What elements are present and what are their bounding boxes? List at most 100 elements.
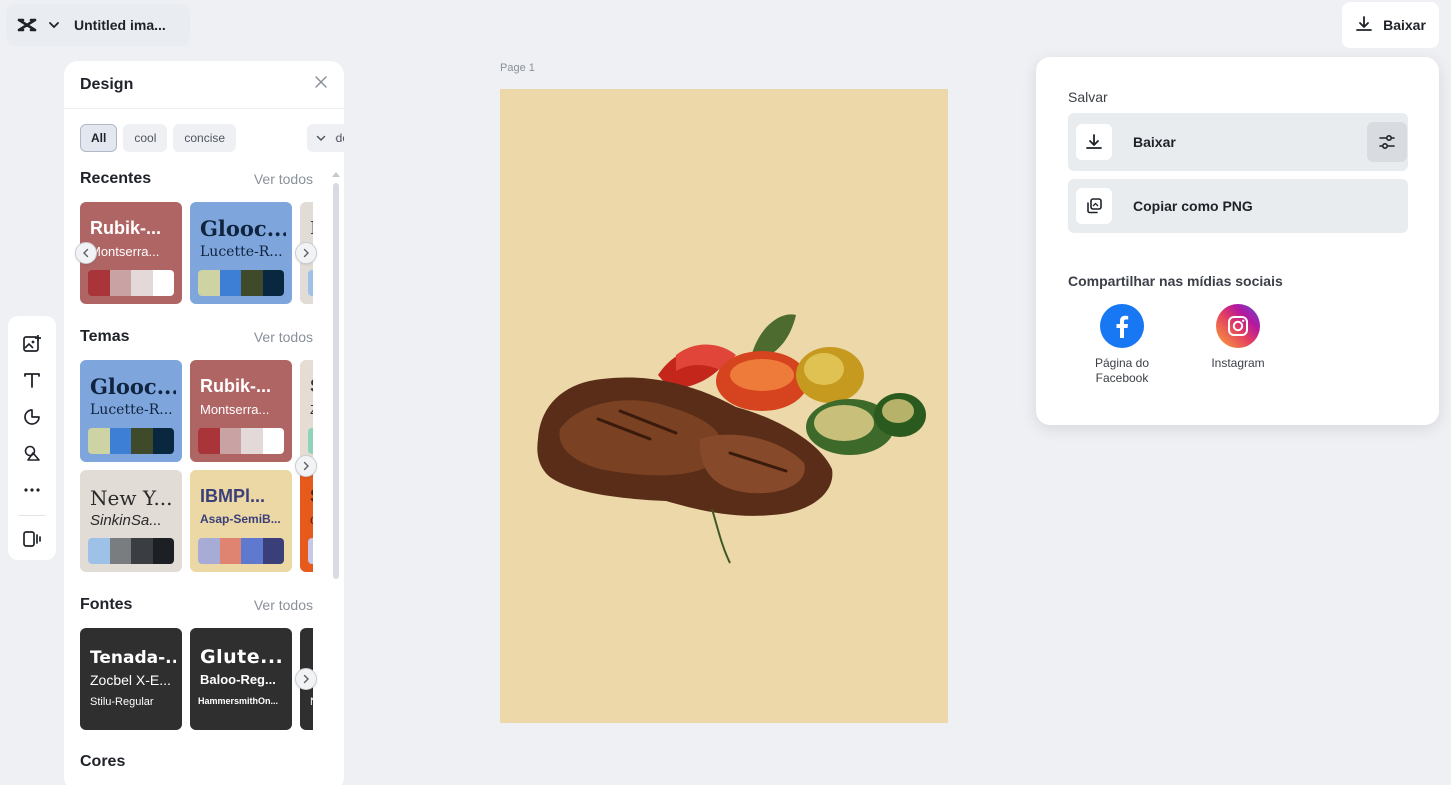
color-swatches [198, 538, 284, 564]
card-heading-font: IBMPl... [200, 486, 266, 506]
card-body-font: Lucette-R... [90, 402, 173, 418]
color-swatch [88, 428, 110, 454]
section-title: Recentes [80, 170, 152, 187]
style-card[interactable]: New Y... SinkinSa... [80, 470, 182, 572]
color-swatch [262, 428, 284, 454]
section-title: Temas [80, 328, 130, 345]
card-body-font: Zocbel X-E... [90, 672, 171, 688]
sliders-icon [1379, 134, 1395, 150]
card-heading-font: Tenada-... [90, 648, 176, 668]
filter-chip-concise[interactable]: concise [173, 124, 237, 152]
see-all-link[interactable]: Ver todos [254, 597, 313, 613]
carousel-next-button[interactable] [295, 668, 317, 690]
page-label: Page 1 [500, 62, 535, 74]
see-all-link[interactable]: Ver todos [254, 329, 313, 345]
shapes-icon[interactable] [16, 401, 48, 432]
download-button-label: Baixar [1383, 17, 1426, 33]
color-swatch [262, 538, 284, 564]
filter-chip-all[interactable]: All [80, 124, 118, 152]
section-fontes-header: Fontes Ver todos [80, 596, 313, 614]
card-body-font: Montserra... [200, 402, 270, 417]
carousel-prev-button[interactable] [75, 242, 97, 264]
color-swatches [308, 538, 313, 564]
filter-expand-button[interactable] [307, 124, 335, 152]
download-icon [1355, 15, 1373, 36]
download-option[interactable]: Baixar [1068, 113, 1408, 171]
chevron-down-icon[interactable] [48, 18, 62, 32]
share-facebook[interactable]: Página do Facebook [1077, 304, 1167, 386]
style-card[interactable]: S o [300, 470, 313, 572]
close-icon[interactable] [314, 75, 328, 94]
style-card[interactable]: IBMPl... Asap-SemiB... [190, 470, 292, 572]
export-settings-button[interactable] [1367, 122, 1407, 162]
recentes-row: Rubik-... Montserra... Glooc... Lucette-… [80, 202, 313, 304]
tool-rail-divider [18, 514, 46, 516]
color-swatch [109, 428, 131, 454]
share-instagram[interactable]: Instagram [1193, 304, 1283, 371]
document-title-bar[interactable]: Untitled ima... [6, 4, 190, 46]
card-heading-font: S [310, 486, 313, 507]
capcut-logo-icon[interactable] [16, 16, 38, 34]
color-swatch [88, 270, 110, 296]
card-body-font: Baloo-Reg... [200, 672, 276, 687]
facebook-label: Página do Facebook [1094, 356, 1150, 385]
style-card[interactable]: Glooc... Lucette-R... [190, 202, 292, 304]
chevron-down-icon [316, 135, 326, 141]
text-icon[interactable] [16, 365, 48, 396]
document-title[interactable]: Untitled ima... [74, 17, 166, 33]
section-title: Fontes [80, 596, 133, 613]
instagram-icon [1216, 304, 1260, 348]
carousel-next-button[interactable] [295, 242, 317, 264]
color-swatch [241, 538, 263, 564]
share-section-label: Compartilhar nas mídias sociais [1068, 273, 1283, 289]
card-body-font: SinkinSa... [90, 512, 162, 529]
design-panel: Design All cool concise modern Recentes … [64, 61, 344, 785]
style-card[interactable]: Glooc... Lucette-R... [80, 360, 182, 462]
chevron-left-icon [83, 248, 89, 258]
scroll-up-arrow[interactable] [332, 172, 340, 177]
chevron-right-icon [303, 248, 309, 258]
font-card[interactable]: Glute... Baloo-Reg... HammersmithOn... [190, 628, 292, 730]
image-add-icon[interactable] [16, 328, 48, 359]
color-swatch [198, 538, 220, 564]
filter-chip-cool[interactable]: cool [123, 124, 168, 152]
color-swatch [109, 538, 131, 564]
carousel-next-button[interactable] [295, 455, 317, 477]
more-icon[interactable] [16, 474, 48, 505]
color-swatch [219, 428, 241, 454]
color-swatch [308, 428, 313, 454]
section-recentes-header: Recentes Ver todos [80, 170, 313, 188]
copy-png-option[interactable]: Copiar como PNG [1068, 179, 1408, 233]
font-card[interactable]: Tenada-... Zocbel X-E... Stilu-Regular [80, 628, 182, 730]
section-cores-header: Cores [80, 753, 313, 771]
color-swatches [88, 270, 174, 296]
color-swatch [219, 270, 241, 296]
card-body-font: Montserra... [90, 244, 160, 259]
tool-rail [8, 316, 56, 560]
design-canvas[interactable] [500, 89, 948, 723]
color-swatch [308, 270, 313, 296]
design-panel-title: Design [80, 75, 134, 93]
card-body-font: Lucette-R... [200, 244, 283, 260]
card-heading-font: N [310, 218, 313, 239]
panel-scrollbar[interactable] [333, 183, 339, 579]
steak-vegetables-image[interactable] [500, 89, 948, 723]
color-swatch [131, 270, 153, 296]
card-body-font: o [310, 512, 313, 527]
card-heading-font: Glute... [200, 646, 284, 668]
download-button[interactable]: Baixar [1342, 2, 1439, 48]
color-swatches [88, 428, 174, 454]
design-panel-header: Design [64, 61, 344, 109]
color-swatches [88, 538, 174, 564]
video-icon[interactable] [16, 523, 48, 554]
style-card[interactable]: Rubik-... Montserra... [190, 360, 292, 462]
card-heading-font: New Y... [90, 486, 173, 510]
copy-png-label: Copiar como PNG [1133, 198, 1253, 214]
color-swatch [241, 428, 263, 454]
see-all-link[interactable]: Ver todos [254, 171, 313, 187]
color-swatch [88, 538, 110, 564]
color-swatch [219, 538, 241, 564]
card-heading-font: Rubik-... [90, 218, 161, 238]
style-card[interactable]: S Z [300, 360, 313, 462]
elements-icon[interactable] [16, 438, 48, 469]
